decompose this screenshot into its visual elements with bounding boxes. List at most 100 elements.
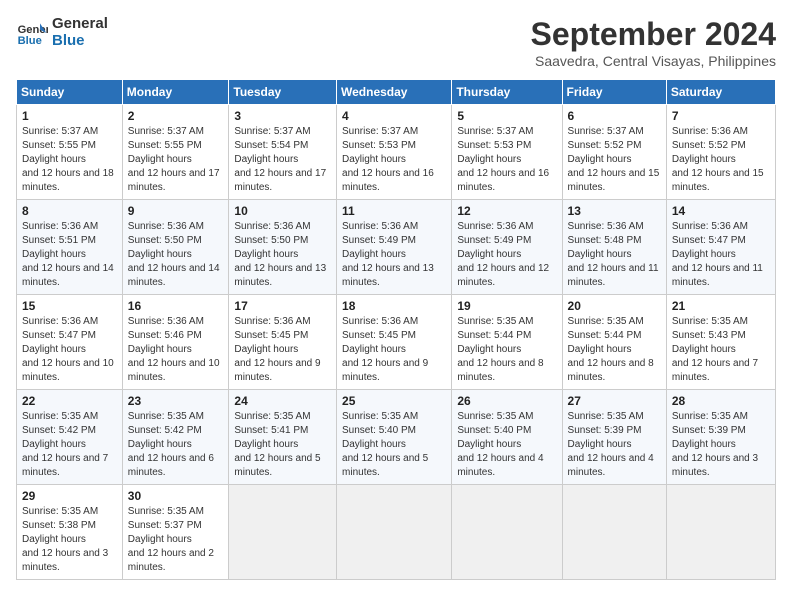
day-number: 20 bbox=[568, 299, 661, 313]
day-number: 18 bbox=[342, 299, 446, 313]
day-info: Sunrise: 5:35 AMSunset: 5:42 PMDaylight … bbox=[128, 411, 214, 478]
calendar-cell: 4 Sunrise: 5:37 AMSunset: 5:53 PMDayligh… bbox=[337, 105, 452, 200]
header-friday: Friday bbox=[562, 80, 666, 105]
day-info: Sunrise: 5:36 AMSunset: 5:45 PMDaylight … bbox=[234, 316, 320, 383]
day-info: Sunrise: 5:37 AMSunset: 5:52 PMDaylight … bbox=[568, 126, 660, 193]
day-number: 29 bbox=[22, 489, 117, 503]
calendar-cell bbox=[452, 485, 562, 580]
day-info: Sunrise: 5:37 AMSunset: 5:55 PMDaylight … bbox=[128, 126, 220, 193]
day-info: Sunrise: 5:36 AMSunset: 5:50 PMDaylight … bbox=[128, 221, 220, 288]
day-number: 15 bbox=[22, 299, 117, 313]
week-row: 15 Sunrise: 5:36 AMSunset: 5:47 PMDaylig… bbox=[17, 295, 776, 390]
header-wednesday: Wednesday bbox=[337, 80, 452, 105]
day-info: Sunrise: 5:37 AMSunset: 5:54 PMDaylight … bbox=[234, 126, 326, 193]
day-number: 19 bbox=[457, 299, 556, 313]
day-info: Sunrise: 5:35 AMSunset: 5:44 PMDaylight … bbox=[568, 316, 654, 383]
day-info: Sunrise: 5:35 AMSunset: 5:44 PMDaylight … bbox=[457, 316, 543, 383]
day-info: Sunrise: 5:36 AMSunset: 5:50 PMDaylight … bbox=[234, 221, 326, 288]
day-info: Sunrise: 5:35 AMSunset: 5:40 PMDaylight … bbox=[457, 411, 543, 478]
header-sunday: Sunday bbox=[17, 80, 123, 105]
day-info: Sunrise: 5:36 AMSunset: 5:49 PMDaylight … bbox=[457, 221, 549, 288]
calendar-cell: 10 Sunrise: 5:36 AMSunset: 5:50 PMDaylig… bbox=[229, 200, 337, 295]
calendar-cell: 27 Sunrise: 5:35 AMSunset: 5:39 PMDaylig… bbox=[562, 390, 666, 485]
calendar-cell bbox=[337, 485, 452, 580]
day-info: Sunrise: 5:35 AMSunset: 5:37 PMDaylight … bbox=[128, 506, 214, 573]
day-number: 30 bbox=[128, 489, 224, 503]
calendar-cell: 13 Sunrise: 5:36 AMSunset: 5:48 PMDaylig… bbox=[562, 200, 666, 295]
day-info: Sunrise: 5:35 AMSunset: 5:40 PMDaylight … bbox=[342, 411, 428, 478]
svg-text:Blue: Blue bbox=[18, 35, 42, 47]
day-number: 26 bbox=[457, 394, 556, 408]
calendar-cell: 18 Sunrise: 5:36 AMSunset: 5:45 PMDaylig… bbox=[337, 295, 452, 390]
calendar-cell: 24 Sunrise: 5:35 AMSunset: 5:41 PMDaylig… bbox=[229, 390, 337, 485]
day-number: 17 bbox=[234, 299, 331, 313]
calendar-header-row: Sunday Monday Tuesday Wednesday Thursday… bbox=[17, 80, 776, 105]
day-number: 10 bbox=[234, 204, 331, 218]
calendar-cell bbox=[229, 485, 337, 580]
title-area: September 2024 Saavedra, Central Visayas… bbox=[531, 16, 776, 69]
calendar-cell: 26 Sunrise: 5:35 AMSunset: 5:40 PMDaylig… bbox=[452, 390, 562, 485]
day-info: Sunrise: 5:35 AMSunset: 5:42 PMDaylight … bbox=[22, 411, 108, 478]
day-number: 25 bbox=[342, 394, 446, 408]
calendar-title: September 2024 bbox=[531, 16, 776, 53]
day-number: 24 bbox=[234, 394, 331, 408]
calendar-cell: 22 Sunrise: 5:35 AMSunset: 5:42 PMDaylig… bbox=[17, 390, 123, 485]
calendar-cell: 29 Sunrise: 5:35 AMSunset: 5:38 PMDaylig… bbox=[17, 485, 123, 580]
day-info: Sunrise: 5:35 AMSunset: 5:38 PMDaylight … bbox=[22, 506, 108, 573]
header-tuesday: Tuesday bbox=[229, 80, 337, 105]
day-info: Sunrise: 5:36 AMSunset: 5:47 PMDaylight … bbox=[672, 221, 763, 288]
week-row: 22 Sunrise: 5:35 AMSunset: 5:42 PMDaylig… bbox=[17, 390, 776, 485]
header-saturday: Saturday bbox=[666, 80, 775, 105]
calendar-cell: 16 Sunrise: 5:36 AMSunset: 5:46 PMDaylig… bbox=[122, 295, 229, 390]
logo-blue: Blue bbox=[52, 33, 108, 50]
day-number: 11 bbox=[342, 204, 446, 218]
day-number: 16 bbox=[128, 299, 224, 313]
day-number: 8 bbox=[22, 204, 117, 218]
calendar-cell: 5 Sunrise: 5:37 AMSunset: 5:53 PMDayligh… bbox=[452, 105, 562, 200]
calendar-cell bbox=[562, 485, 666, 580]
day-number: 23 bbox=[128, 394, 224, 408]
day-number: 2 bbox=[128, 109, 224, 123]
calendar-cell: 2 Sunrise: 5:37 AMSunset: 5:55 PMDayligh… bbox=[122, 105, 229, 200]
calendar-cell bbox=[666, 485, 775, 580]
calendar-cell: 12 Sunrise: 5:36 AMSunset: 5:49 PMDaylig… bbox=[452, 200, 562, 295]
day-number: 9 bbox=[128, 204, 224, 218]
day-number: 5 bbox=[457, 109, 556, 123]
header: General Blue General Blue September 2024… bbox=[16, 16, 776, 69]
day-info: Sunrise: 5:36 AMSunset: 5:47 PMDaylight … bbox=[22, 316, 114, 383]
logo-icon: General Blue bbox=[16, 17, 48, 49]
day-info: Sunrise: 5:35 AMSunset: 5:41 PMDaylight … bbox=[234, 411, 320, 478]
day-info: Sunrise: 5:37 AMSunset: 5:55 PMDaylight … bbox=[22, 126, 114, 193]
day-number: 13 bbox=[568, 204, 661, 218]
day-number: 21 bbox=[672, 299, 770, 313]
calendar-cell: 30 Sunrise: 5:35 AMSunset: 5:37 PMDaylig… bbox=[122, 485, 229, 580]
calendar-cell: 3 Sunrise: 5:37 AMSunset: 5:54 PMDayligh… bbox=[229, 105, 337, 200]
day-info: Sunrise: 5:35 AMSunset: 5:39 PMDaylight … bbox=[568, 411, 654, 478]
calendar-cell: 17 Sunrise: 5:36 AMSunset: 5:45 PMDaylig… bbox=[229, 295, 337, 390]
day-number: 12 bbox=[457, 204, 556, 218]
week-row: 1 Sunrise: 5:37 AMSunset: 5:55 PMDayligh… bbox=[17, 105, 776, 200]
calendar-cell: 9 Sunrise: 5:36 AMSunset: 5:50 PMDayligh… bbox=[122, 200, 229, 295]
calendar-cell: 20 Sunrise: 5:35 AMSunset: 5:44 PMDaylig… bbox=[562, 295, 666, 390]
header-monday: Monday bbox=[122, 80, 229, 105]
calendar-cell: 6 Sunrise: 5:37 AMSunset: 5:52 PMDayligh… bbox=[562, 105, 666, 200]
calendar-subtitle: Saavedra, Central Visayas, Philippines bbox=[531, 53, 776, 69]
day-info: Sunrise: 5:36 AMSunset: 5:46 PMDaylight … bbox=[128, 316, 220, 383]
day-number: 14 bbox=[672, 204, 770, 218]
day-info: Sunrise: 5:36 AMSunset: 5:52 PMDaylight … bbox=[672, 126, 764, 193]
day-number: 22 bbox=[22, 394, 117, 408]
week-row: 8 Sunrise: 5:36 AMSunset: 5:51 PMDayligh… bbox=[17, 200, 776, 295]
day-info: Sunrise: 5:36 AMSunset: 5:48 PMDaylight … bbox=[568, 221, 659, 288]
day-number: 6 bbox=[568, 109, 661, 123]
day-info: Sunrise: 5:35 AMSunset: 5:43 PMDaylight … bbox=[672, 316, 758, 383]
week-row: 29 Sunrise: 5:35 AMSunset: 5:38 PMDaylig… bbox=[17, 485, 776, 580]
header-thursday: Thursday bbox=[452, 80, 562, 105]
logo: General Blue General Blue bbox=[16, 16, 108, 49]
logo-general: General bbox=[52, 16, 108, 33]
day-info: Sunrise: 5:37 AMSunset: 5:53 PMDaylight … bbox=[342, 126, 434, 193]
day-number: 27 bbox=[568, 394, 661, 408]
day-number: 3 bbox=[234, 109, 331, 123]
day-info: Sunrise: 5:36 AMSunset: 5:45 PMDaylight … bbox=[342, 316, 428, 383]
calendar-cell: 19 Sunrise: 5:35 AMSunset: 5:44 PMDaylig… bbox=[452, 295, 562, 390]
calendar-cell: 15 Sunrise: 5:36 AMSunset: 5:47 PMDaylig… bbox=[17, 295, 123, 390]
